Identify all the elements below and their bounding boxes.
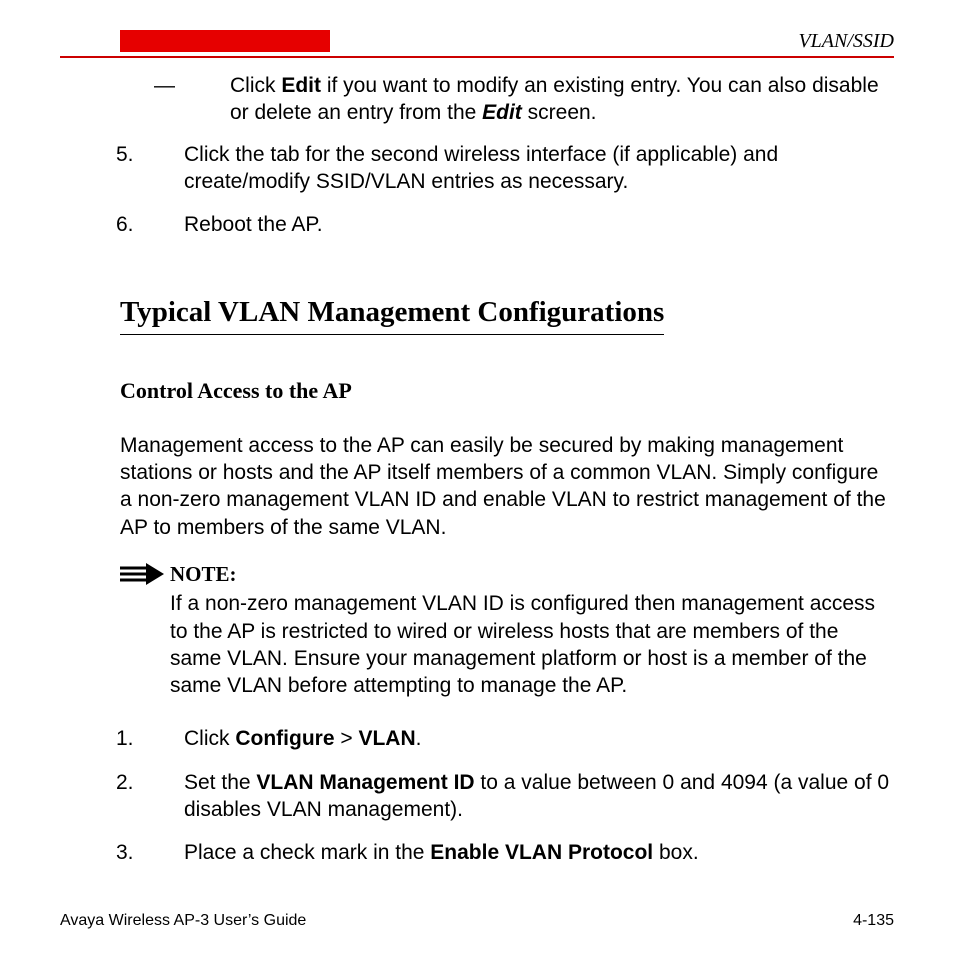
bold-vlan-mgmt-id: VLAN Management ID (256, 771, 474, 794)
list-number: 6. (150, 211, 184, 238)
text: Click the tab for the second wireless in… (184, 143, 778, 193)
paragraph-intro: Management access to the AP can easily b… (120, 432, 894, 541)
list-number: 1. (150, 725, 184, 752)
text: Reboot the AP. (184, 213, 323, 236)
header-accent-block (120, 30, 330, 52)
step-3: 3.Place a check mark in the Enable VLAN … (184, 839, 894, 866)
text: Set the (184, 771, 256, 794)
section-heading-wrapper: Typical VLAN Management Configurations (60, 254, 894, 341)
bold-vlan: VLAN (358, 727, 415, 750)
sub-heading: Control Access to the AP (120, 377, 894, 406)
step-1: 1.Click Configure > VLAN. (184, 725, 894, 752)
list-item-5: 5.Click the tab for the second wireless … (184, 141, 894, 196)
note-arrow-icon (120, 561, 170, 592)
note-label: NOTE: (170, 561, 894, 588)
sub-bullet-edit: — Click Edit if you want to modify an ex… (230, 72, 894, 127)
list-number: 3. (150, 839, 184, 866)
step-2: 2.Set the VLAN Management ID to a value … (184, 769, 894, 824)
footer-left: Avaya Wireless AP-3 User’s Guide (60, 912, 306, 930)
text: box. (653, 841, 699, 864)
list-number: 5. (150, 141, 184, 168)
bolditalic-edit: Edit (482, 101, 522, 124)
bold-edit: Edit (281, 74, 321, 97)
dash-marker: — (192, 72, 230, 99)
section-heading: Typical VLAN Management Configurations (120, 294, 664, 335)
bold-enable-vlan-protocol: Enable VLAN Protocol (430, 841, 653, 864)
note-text: If a non-zero management VLAN ID is conf… (170, 590, 894, 699)
text: Click (230, 74, 281, 97)
body-content: — Click Edit if you want to modify an ex… (60, 72, 894, 867)
header-section-label: VLAN/SSID (798, 30, 894, 53)
list-item-6: 6.Reboot the AP. (184, 211, 894, 238)
page-footer: Avaya Wireless AP-3 User’s Guide 4-135 (60, 912, 894, 930)
list-number: 2. (150, 769, 184, 796)
note-content: NOTE: If a non-zero management VLAN ID i… (170, 561, 894, 699)
footer-right: 4-135 (853, 912, 894, 930)
page-header: VLAN/SSID (60, 30, 894, 58)
note-block: NOTE: If a non-zero management VLAN ID i… (120, 561, 894, 699)
text: Click (184, 727, 235, 750)
text: . (416, 727, 422, 750)
text: > (335, 727, 359, 750)
document-page: VLAN/SSID — Click Edit if you want to mo… (0, 0, 954, 954)
bold-configure: Configure (235, 727, 334, 750)
text: screen. (522, 101, 597, 124)
text: Place a check mark in the (184, 841, 430, 864)
